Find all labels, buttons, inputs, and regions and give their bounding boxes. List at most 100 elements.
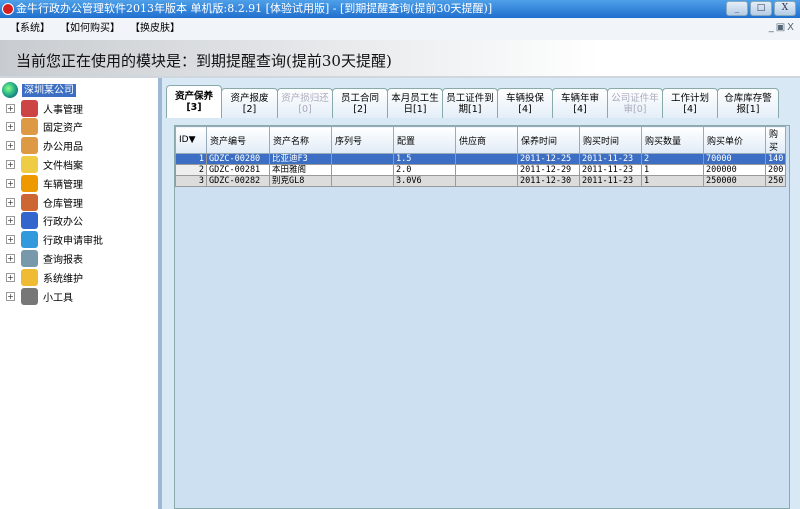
tree-root-label: 深圳某公司 <box>22 83 76 97</box>
tree-item-label: 文件档案 <box>43 160 83 172</box>
table-row[interactable]: 1 GDZC-00280 比亚迪F3 1.5 2011-12-25 2011-11-23 2… <box>175 153 786 165</box>
tab[interactable]: 工作计划[4] <box>662 88 718 118</box>
column-header[interactable]: ID▼ <box>175 126 207 154</box>
tab[interactable]: 公司证件年审[0] <box>607 88 663 118</box>
column-header[interactable]: 购买数量 <box>641 126 704 154</box>
tree-item[interactable]: + 小工具 <box>6 287 73 305</box>
expand-icon[interactable]: + <box>6 253 15 263</box>
tree-item-label: 人事管理 <box>43 104 83 116</box>
tree-root[interactable]: 深圳某公司 <box>2 82 76 98</box>
module-banner: 当前您正在使用的模块是：到期提醒查询(提前30天提醒) <box>0 40 800 78</box>
column-header[interactable]: 资产编号 <box>206 126 270 154</box>
window-title: 金牛行政办公管理软件2013年版本 单机版:8.2.91 [体验试用版] - [… <box>16 2 493 15</box>
expand-icon[interactable]: + <box>6 197 15 207</box>
expand-icon[interactable]: + <box>6 103 15 113</box>
table-cell <box>455 164 518 176</box>
module-icon <box>21 249 38 267</box>
title-bar: 金牛行政办公管理软件2013年版本 单机版:8.2.91 [体验试用版] - [… <box>0 0 800 18</box>
expand-icon[interactable]: + <box>6 291 15 301</box>
expand-icon[interactable]: + <box>6 272 15 282</box>
tab[interactable]: 本月员工生日[1] <box>387 88 443 118</box>
expand-icon[interactable]: + <box>6 159 15 169</box>
tree-item[interactable]: + 办公用品 <box>6 137 83 155</box>
tree-item[interactable]: + 查询报表 <box>6 249 83 267</box>
tab[interactable]: 资产报废[2] <box>221 88 278 118</box>
tree-item-label: 系统维护 <box>43 273 83 285</box>
tab[interactable]: 仓库库存警报[1] <box>717 88 779 118</box>
tree-item-label: 小工具 <box>43 292 73 304</box>
table-cell: 2011-12-29 <box>517 164 580 176</box>
column-header[interactable]: 购买 <box>765 126 786 154</box>
tree-item-label: 车辆管理 <box>43 179 83 191</box>
column-header[interactable]: 保养时间 <box>517 126 580 154</box>
tree-item[interactable]: + 人事管理 <box>6 99 83 117</box>
table-row[interactable]: 3 GDZC-00282 别克GL8 3.0V6 2011-12-30 2011-11-2… <box>175 175 786 187</box>
table-cell: 3.0V6 <box>393 175 456 187</box>
table-cell: 70000 <box>703 153 766 165</box>
expand-icon[interactable]: + <box>6 235 15 245</box>
tree-item[interactable]: + 行政办公 <box>6 212 83 230</box>
module-icon <box>21 231 38 249</box>
table-cell: 2011-11-23 <box>579 175 642 187</box>
tab[interactable]: 员工证件到期[1] <box>442 88 498 118</box>
table-cell: 比亚迪F3 <box>269 153 332 165</box>
module-icon <box>21 118 38 136</box>
table-cell: 1 <box>641 164 704 176</box>
tree-item[interactable]: + 文件档案 <box>6 155 83 173</box>
module-icon <box>21 174 38 192</box>
table-cell: 250000 <box>703 175 766 187</box>
menu-bar: 【系统】 【如何购买】 【换皮肤】 <box>0 18 800 40</box>
data-grid: ID▼ 资产编号 资产名称 序列号 配置 供应商 保养时间 购买时间 购买数量 购买单价 购买 1 GD… <box>174 125 790 509</box>
column-header[interactable]: 供应商 <box>455 126 518 154</box>
tab[interactable]: 车辆年审[4] <box>552 88 608 118</box>
tree-item[interactable]: + 仓库管理 <box>6 193 83 211</box>
close-button[interactable]: X <box>774 1 796 16</box>
column-header[interactable]: 配置 <box>393 126 456 154</box>
table-row[interactable]: 2 GDZC-00281 本田雅阁 2.0 2011-12-29 2011-11-23 1 2… <box>175 164 786 176</box>
table-cell: 250 <box>765 175 786 187</box>
column-header[interactable]: 序列号 <box>331 126 394 154</box>
tab[interactable]: 资产保养[3] <box>166 85 222 118</box>
tree-item[interactable]: + 行政申请审批 <box>6 231 103 249</box>
globe-icon <box>2 82 18 98</box>
column-header[interactable]: 购买单价 <box>703 126 766 154</box>
tree-item-label: 办公用品 <box>43 142 83 154</box>
expand-icon[interactable]: + <box>6 122 15 132</box>
table-cell: 200000 <box>703 164 766 176</box>
module-icon <box>21 193 38 211</box>
table-cell: GDZC-00280 <box>206 153 270 165</box>
tree-item[interactable]: + 固定资产 <box>6 118 83 136</box>
tree-item-label: 查询报表 <box>43 254 83 266</box>
tab[interactable]: 车辆投保[4] <box>497 88 553 118</box>
tree-item[interactable]: + 车辆管理 <box>6 174 83 192</box>
tree-item[interactable]: + 系统维护 <box>6 268 83 286</box>
menu-change-skin[interactable]: 【换皮肤】 <box>130 18 180 40</box>
table-cell: 200 <box>765 164 786 176</box>
table-cell: 1 <box>175 153 207 165</box>
tree-item-label: 仓库管理 <box>43 198 83 210</box>
module-icon <box>21 287 38 305</box>
column-header[interactable]: 购买时间 <box>579 126 642 154</box>
table-cell: 2011-12-30 <box>517 175 580 187</box>
table-cell: 别克GL8 <box>269 175 332 187</box>
module-icon <box>21 99 38 117</box>
expand-icon[interactable]: + <box>6 178 15 188</box>
table-cell: 140 <box>765 153 786 165</box>
tab[interactable]: 员工合同[2] <box>332 88 388 118</box>
menu-system[interactable]: 【系统】 <box>10 18 50 40</box>
module-icon <box>21 268 38 286</box>
column-header[interactable]: 资产名称 <box>269 126 332 154</box>
menu-how-to-buy[interactable]: 【如何购买】 <box>60 18 120 40</box>
minimize-button[interactable]: _ <box>726 1 748 16</box>
tree-item-label: 行政办公 <box>43 217 83 229</box>
table-cell: 2011-12-25 <box>517 153 580 165</box>
app-icon <box>2 3 14 15</box>
expand-icon[interactable]: + <box>6 216 15 226</box>
tab[interactable]: 资产损归还[0] <box>277 88 333 118</box>
maximize-button[interactable]: □ <box>750 1 772 16</box>
table-cell: 2011-11-23 <box>579 153 642 165</box>
table-cell: 2 <box>641 153 704 165</box>
mdi-controls[interactable]: _▣X <box>769 22 796 33</box>
expand-icon[interactable]: + <box>6 141 15 151</box>
table-cell <box>455 153 518 165</box>
